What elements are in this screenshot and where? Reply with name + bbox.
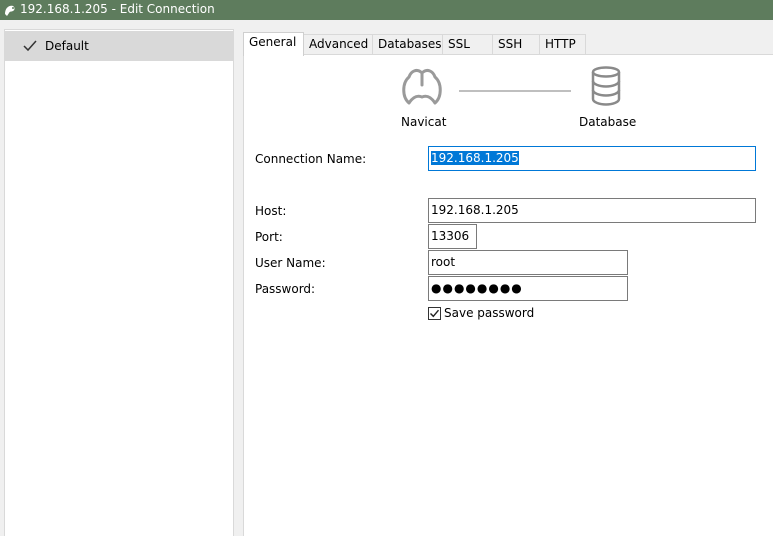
tab-ssl[interactable]: SSL: [442, 34, 493, 55]
port-label: Port:: [255, 230, 283, 244]
username-label: User Name:: [255, 256, 326, 270]
username-input[interactable]: root: [428, 250, 628, 275]
window-titlebar[interactable]: 192.168.1.205 - Edit Connection: [0, 0, 773, 20]
connection-name-value: 192.168.1.205: [431, 151, 519, 165]
host-input[interactable]: 192.168.1.205: [428, 198, 756, 223]
window-title: 192.168.1.205 - Edit Connection: [20, 2, 215, 16]
save-password-checkbox[interactable]: [428, 307, 441, 320]
tab-http[interactable]: HTTP: [539, 34, 586, 55]
connection-line: [459, 90, 571, 92]
database-label: Database: [579, 115, 637, 129]
navicat-app-icon: [5, 5, 15, 16]
sidebar-item-label: Default: [45, 39, 89, 53]
navicat-logo-icon: [402, 68, 442, 105]
password-label: Password:: [255, 282, 316, 296]
tab-general[interactable]: General: [243, 32, 304, 56]
sidebar-item-default[interactable]: Default: [5, 31, 233, 61]
connection-name-input[interactable]: 192.168.1.205: [428, 146, 756, 171]
tab-advanced[interactable]: Advanced: [303, 34, 373, 55]
tab-ssh[interactable]: SSH: [492, 34, 540, 55]
checkmark-icon: [23, 40, 37, 52]
connection-name-label: Connection Name:: [255, 152, 367, 166]
general-settings-panel: Navicat Database Connection Name: 192.16…: [243, 54, 773, 536]
tab-databases[interactable]: Databases: [372, 34, 443, 55]
port-input[interactable]: 13306: [428, 224, 477, 249]
database-icon: [591, 66, 621, 106]
host-label: Host:: [255, 204, 287, 218]
password-input[interactable]: ●●●●●●●●: [428, 276, 628, 301]
checkmark-icon: [430, 309, 440, 318]
connection-profile-list: Default: [4, 29, 234, 536]
save-password-label[interactable]: Save password: [444, 306, 534, 320]
navicat-label: Navicat: [401, 115, 447, 129]
